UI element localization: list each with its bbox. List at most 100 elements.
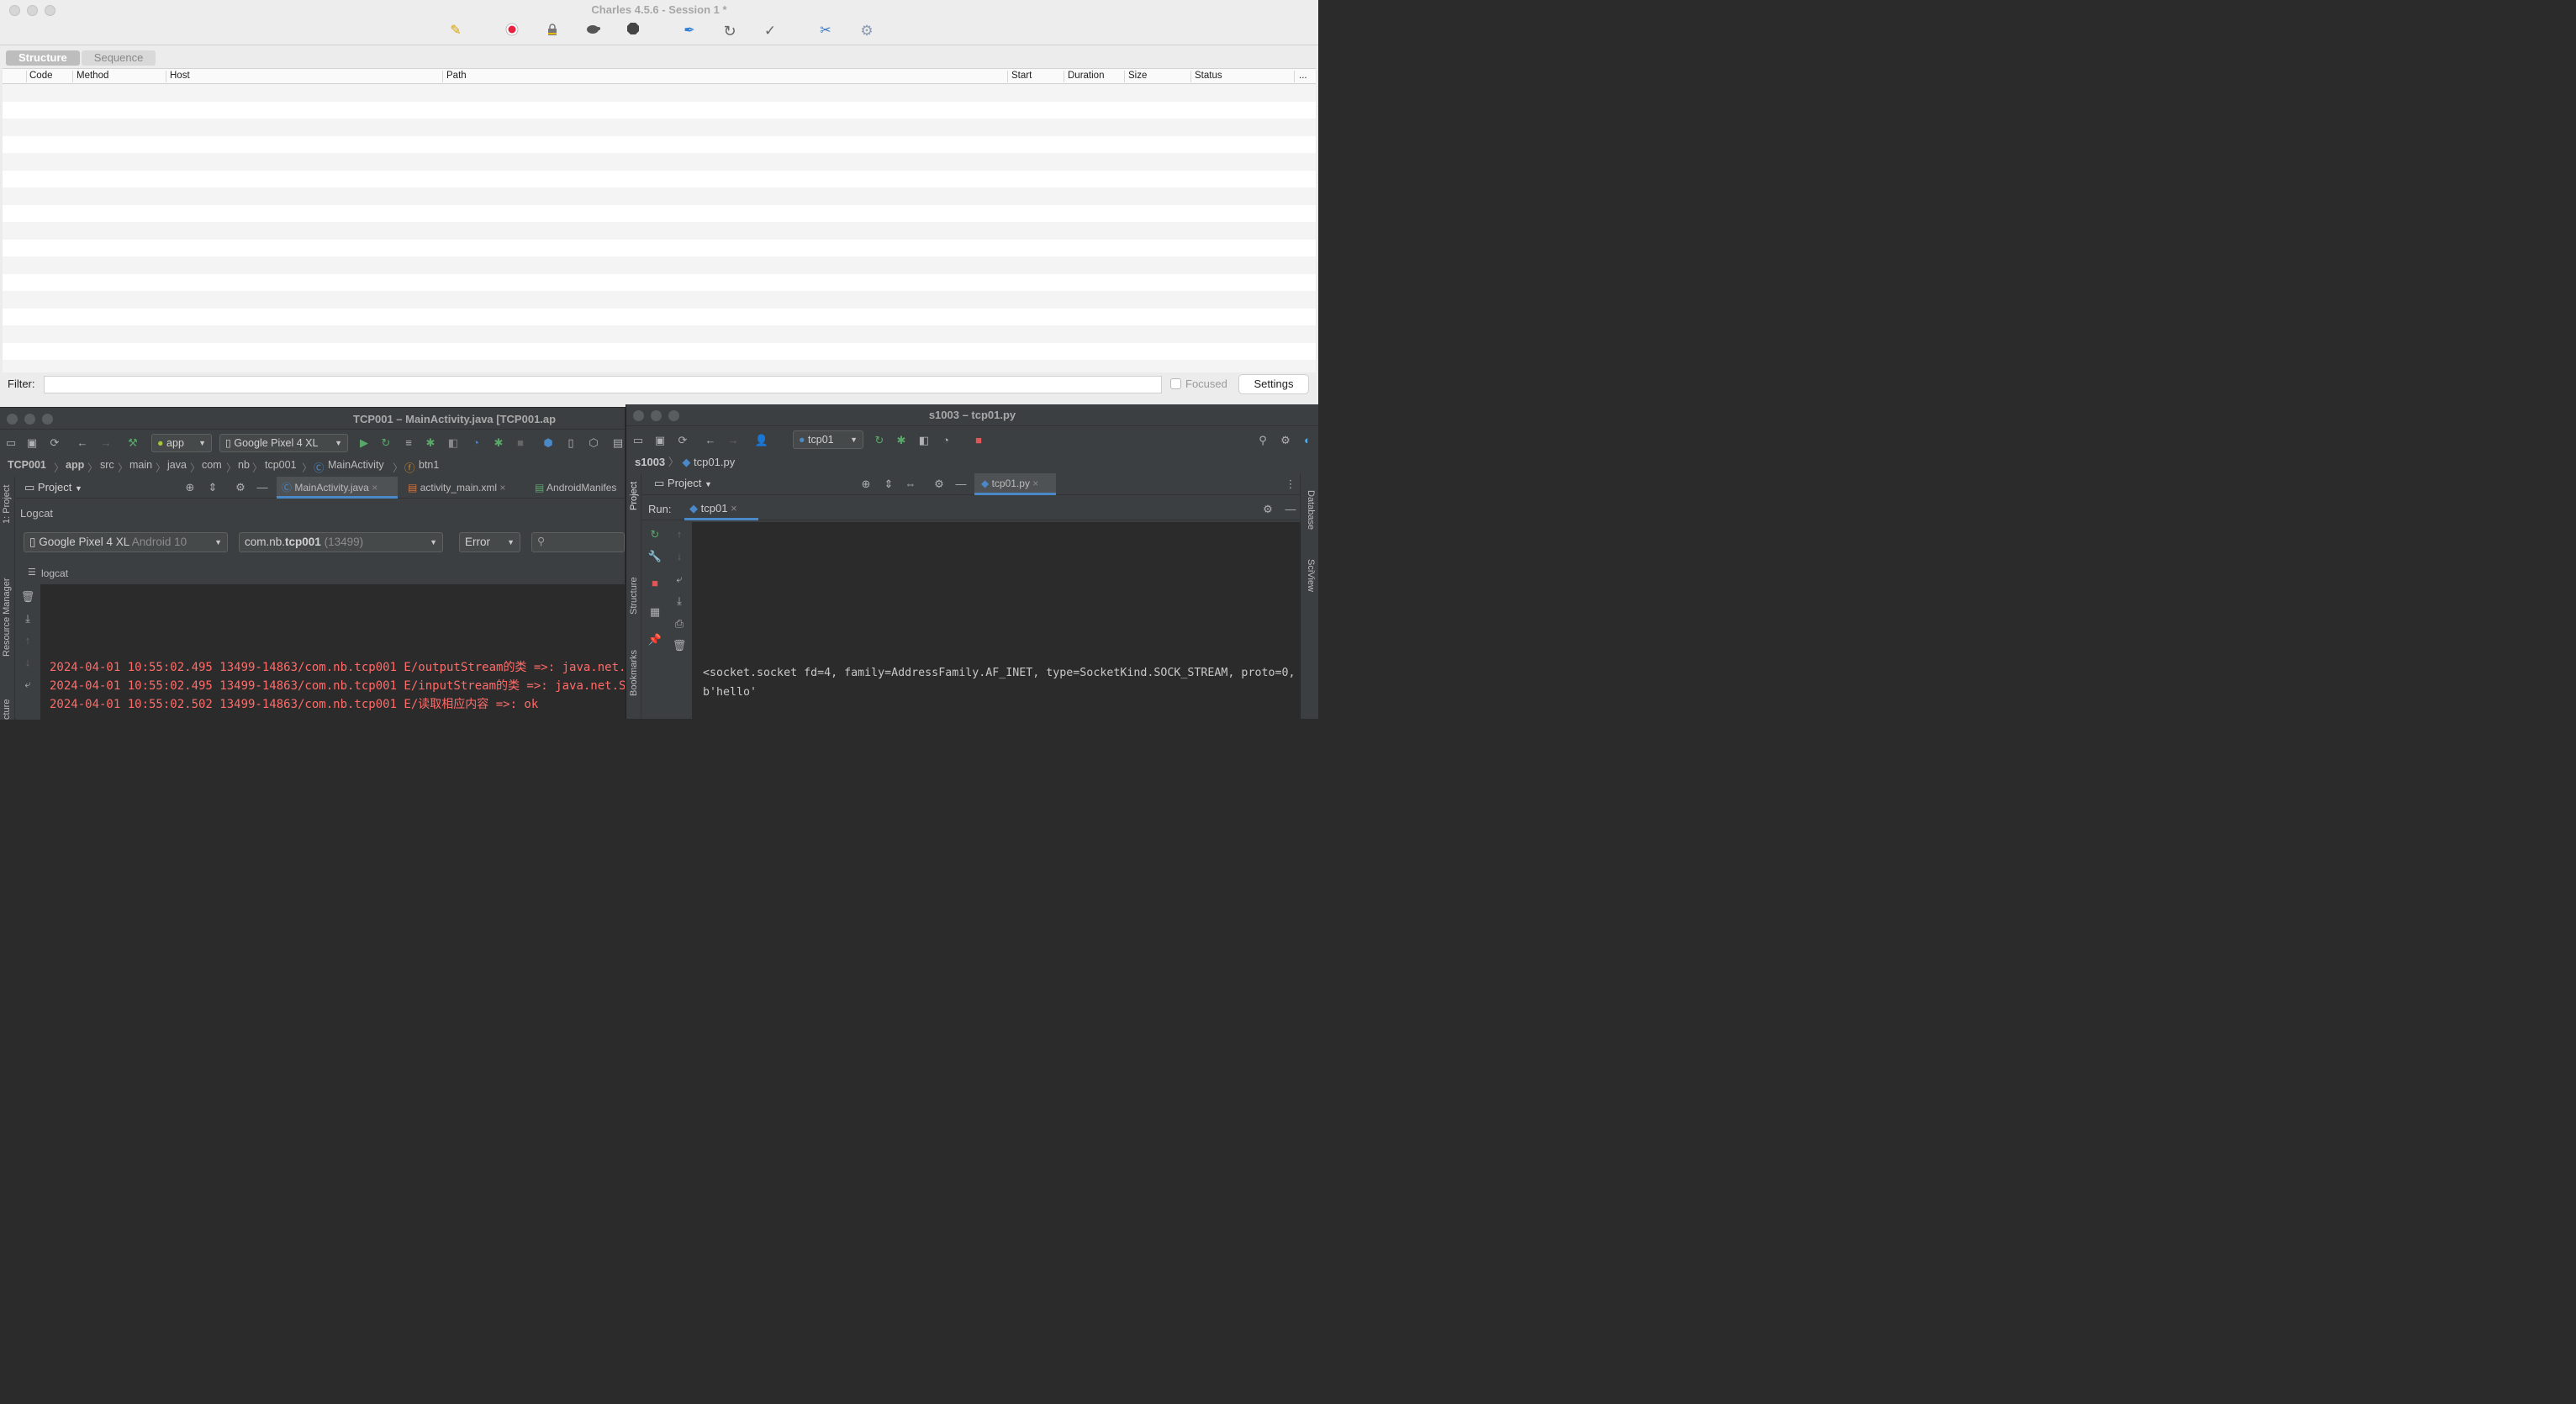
open-folder-icon[interactable]: ▭ [631,433,646,448]
side-tab-project[interactable]: 1: Project [2,485,12,524]
logcat-process-select[interactable]: com.nb.tcp001 (13499) ▼ [239,532,443,552]
check-icon[interactable]: ✓ [762,23,779,40]
sdk-manager-icon[interactable]: ⬡ [586,435,601,451]
tab-activity-main-xml[interactable]: ▤ activity_main.xml × [403,477,525,499]
close-icon[interactable]: × [1032,478,1038,489]
debug-icon[interactable]: ✱ [423,435,438,451]
rerun-icon[interactable]: ↻ [647,527,662,542]
breadcrumb-item[interactable]: main [129,459,152,471]
breadcrumb-item[interactable]: java [167,459,187,471]
breadcrumb-item[interactable]: src [100,459,114,471]
sync-icon[interactable]: ⟳ [675,433,690,448]
stop-icon[interactable]: ■ [513,435,528,451]
attach-debugger-icon[interactable]: ✱ [491,435,506,451]
side-tab-sciview[interactable]: SciView [1306,559,1316,592]
column-host[interactable]: Host [170,71,190,81]
side-tab-resource-manager[interactable]: Resource Manager [2,578,12,657]
jetbrains-icon[interactable]: ◐ [1300,433,1315,448]
column-start[interactable]: Start [1011,71,1032,81]
profile-icon[interactable]: ◔ [938,433,953,448]
column-size[interactable]: Size [1128,71,1147,81]
trash-icon[interactable]: 🗑 [20,589,35,604]
side-tab-structure[interactable]: Structure [629,577,639,615]
stop-icon[interactable]: ■ [647,576,662,591]
search-icon[interactable]: ⚲ [1255,433,1270,448]
back-icon[interactable]: ← [75,435,90,451]
locate-icon[interactable]: ⊕ [182,480,198,495]
breadcrumb-item[interactable]: MainActivity [328,459,384,471]
side-tab-database[interactable]: Database [1306,490,1316,530]
breadcrumb-item[interactable]: nb [238,459,250,471]
run-tab-tcp01[interactable]: ◆ tcp01 × [684,499,758,520]
collapse-icon[interactable]: ⇕ [205,480,220,495]
up-icon[interactable]: ↑ [20,633,35,648]
tab-tcp01-py[interactable]: ◆ tcp01.py × [974,473,1056,495]
column-code[interactable]: Code [29,71,53,81]
tab-android-manifest[interactable]: ▤ AndroidManifes [530,477,625,499]
logcat-tab[interactable]: logcat [41,567,68,579]
device-select[interactable]: ▯ Google Pixel 4 XL ▼ [219,434,348,452]
breadcrumb-item[interactable]: tcp001 [265,459,297,471]
record-icon[interactable] [504,23,520,40]
forward-icon[interactable]: → [726,433,741,448]
up-icon[interactable]: ↑ [672,527,687,542]
collapse-icon[interactable]: ⇔ [903,477,918,492]
logcat-search-input[interactable]: ⚲ [531,532,625,552]
profile-icon[interactable]: ◔ [468,435,483,451]
open-folder-icon[interactable]: ▭ [3,435,18,451]
pen-icon[interactable]: ✒ [681,23,698,40]
breadcrumb-file[interactable]: tcp01.py [694,456,735,468]
coverage-icon[interactable]: ◧ [446,435,461,451]
side-tab-project[interactable]: Project [629,482,639,510]
column-method[interactable]: Method [77,71,108,81]
debug-icon[interactable]: ✱ [894,433,909,448]
trash-icon[interactable]: 🗑 [672,638,687,653]
side-tab-structure[interactable]: cture [2,699,12,720]
save-icon[interactable]: ▣ [652,433,668,448]
rerun-icon[interactable]: ↻ [872,433,887,448]
hide-icon[interactable]: — [953,477,969,492]
apply-code-icon[interactable]: ≡ [401,435,416,451]
hammer-icon[interactable]: ⚒ [125,435,140,451]
tab-mainactivity-java[interactable]: Ⓒ MainActivity.java × [277,477,398,499]
expand-icon[interactable]: ⇕ [881,477,896,492]
layout-icon[interactable]: ▦ [647,604,662,620]
close-icon[interactable]: × [731,502,737,515]
gear-icon[interactable]: ⚙ [233,480,248,495]
sync-icon[interactable]: ⟳ [47,435,62,451]
gear-icon[interactable]: ⚙ [1278,433,1293,448]
locate-icon[interactable]: ⊕ [858,477,874,492]
soft-wrap-icon[interactable]: ⤶ [672,572,687,587]
more-options-icon[interactable]: ⋮ [1283,477,1298,492]
coverage-icon[interactable]: ◧ [916,433,932,448]
apply-changes-icon[interactable]: ↻ [378,435,393,451]
run-icon[interactable]: ▶ [356,435,372,451]
run-config-select[interactable]: ● app ▼ [151,434,212,452]
save-icon[interactable]: ▣ [24,435,40,451]
lock-icon[interactable] [544,23,561,40]
print-icon[interactable]: ⎙ [672,616,687,631]
logcat-device-select[interactable]: ▯ Google Pixel 4 XL Android 10 ▼ [24,532,228,552]
filter-input[interactable] [44,376,1162,393]
tab-sequence[interactable]: Sequence [81,50,156,66]
zoom-button[interactable] [42,414,53,425]
minimize-button[interactable] [24,414,35,425]
close-button[interactable] [7,414,18,425]
checkbox-icon[interactable] [1170,378,1181,389]
project-dropdown[interactable]: ▭ Project ▼ [654,477,712,490]
vcs-user-icon[interactable]: 👤 [754,433,769,448]
focused-checkbox[interactable]: Focused [1170,377,1227,390]
breadcrumb-item[interactable]: btn1 [419,459,439,471]
gear-icon[interactable]: ⚙ [1260,502,1275,517]
log-level-select[interactable]: Error ▼ [459,532,520,552]
gradle-icon[interactable]: ⬢ [541,435,556,451]
hide-icon[interactable]: — [1283,502,1298,517]
refresh-icon[interactable]: ↻ [721,23,738,40]
down-icon[interactable]: ↓ [672,549,687,564]
layout-inspector-icon[interactable]: ▤ [610,435,626,451]
column-duration[interactable]: Duration [1068,71,1104,81]
column-more[interactable]: ... [1299,71,1307,81]
breadcrumb-item[interactable]: com [202,459,222,471]
close-icon[interactable]: × [499,482,505,494]
gear-icon[interactable]: ⚙ [858,23,875,40]
